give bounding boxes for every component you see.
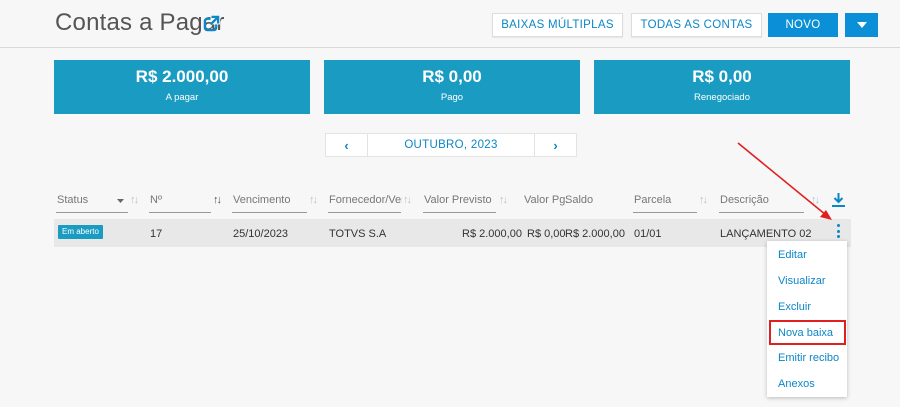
current-month-label: OUTUBRO, 2023 <box>404 139 498 151</box>
menu-item-anexos[interactable]: Anexos <box>778 378 815 390</box>
row-action-menu: Editar Visualizar Excluir Nova baixa Emi… <box>767 241 847 397</box>
baixas-multiplas-button[interactable]: BAIXAS MÚLTIPLAS <box>492 13 623 37</box>
card-label: Pago <box>440 92 464 103</box>
column-header-fornecedor[interactable]: Fornecedor/Vend <box>329 194 402 206</box>
caret-down-icon[interactable] <box>117 199 124 203</box>
menu-item-visualizar[interactable]: Visualizar <box>778 275 826 287</box>
previous-month-button[interactable]: ‹ <box>326 134 368 156</box>
page-title: Contas a Pagar <box>55 9 225 36</box>
novo-button[interactable]: NOVO <box>768 13 838 37</box>
card-label: A pagar <box>165 92 199 103</box>
column-header-vencimento[interactable]: Vencimento <box>233 194 290 206</box>
sort-icon[interactable]: ↑↓ <box>309 194 318 206</box>
cell-saldo: R$ 2.000,00 <box>565 228 625 240</box>
next-month-button[interactable]: › <box>534 134 576 156</box>
column-header-valor-pago[interactable]: Valor Pg. <box>524 194 568 206</box>
caret-down-icon <box>856 22 867 28</box>
column-underline <box>633 212 697 213</box>
column-underline <box>232 212 307 213</box>
cell-descricao: LANÇAMENTO 02 <box>720 228 812 240</box>
novo-dropdown-button[interactable] <box>845 13 878 37</box>
kebab-menu-icon[interactable] <box>833 223 843 239</box>
card-label: Renegociado <box>694 92 750 103</box>
column-underline <box>149 212 211 213</box>
download-icon[interactable] <box>832 193 845 207</box>
cell-valor-previsto: R$ 2.000,00 <box>462 228 522 240</box>
sort-icon[interactable]: ↑↓ <box>130 194 139 206</box>
column-header-parcela[interactable]: Parcela <box>634 194 671 206</box>
cell-parcela: 01/01 <box>634 228 662 240</box>
cell-fornecedor: TOTVS S.A <box>329 228 387 240</box>
column-header-saldo[interactable]: Saldo <box>565 194 593 206</box>
card-renegociado: R$ 0,00 Renegociado <box>594 60 850 114</box>
sort-icon[interactable]: ↑↓ <box>213 194 222 206</box>
annotation-highlight-box <box>769 320 846 345</box>
card-a-pagar: R$ 2.000,00 A pagar <box>54 60 310 114</box>
column-underline <box>328 212 401 213</box>
todas-as-contas-button[interactable]: TODAS AS CONTAS <box>631 13 762 37</box>
external-link-icon[interactable] <box>203 15 220 32</box>
sort-icon[interactable]: ↑↓ <box>811 194 820 206</box>
cell-vencimento: 25/10/2023 <box>233 228 289 240</box>
column-header-numero[interactable]: Nº <box>150 194 162 206</box>
card-pago: R$ 0,00 Pago <box>324 60 580 114</box>
column-underline <box>423 212 496 213</box>
card-amount: R$ 2.000,00 <box>135 67 229 86</box>
card-amount: R$ 0,00 <box>692 67 752 86</box>
month-navigator: ‹ OUTUBRO, 2023 › <box>325 133 577 157</box>
cell-numero: 17 <box>150 228 163 240</box>
card-amount: R$ 0,00 <box>422 67 482 86</box>
status-badge: Em aberto <box>58 225 103 239</box>
sort-icon[interactable]: ↑↓ <box>499 194 508 206</box>
column-underline <box>719 212 804 213</box>
menu-item-excluir[interactable]: Excluir <box>778 301 811 313</box>
column-underline <box>56 212 128 213</box>
column-header-status[interactable]: Status <box>57 194 88 206</box>
cell-valor-pago: R$ 0,00 <box>527 228 566 240</box>
column-header-valor-previsto[interactable]: Valor Previsto <box>424 194 492 206</box>
column-header-descricao[interactable]: Descrição <box>720 194 769 206</box>
sort-icon[interactable]: ↑↓ <box>403 194 412 206</box>
sort-icon[interactable]: ↑↓ <box>699 194 708 206</box>
page-header: Contas a Pagar BAIXAS MÚLTIPLAS TODAS AS… <box>0 0 900 48</box>
menu-item-emitir-recibo[interactable]: Emitir recibo <box>778 352 839 364</box>
menu-item-editar[interactable]: Editar <box>778 249 807 261</box>
